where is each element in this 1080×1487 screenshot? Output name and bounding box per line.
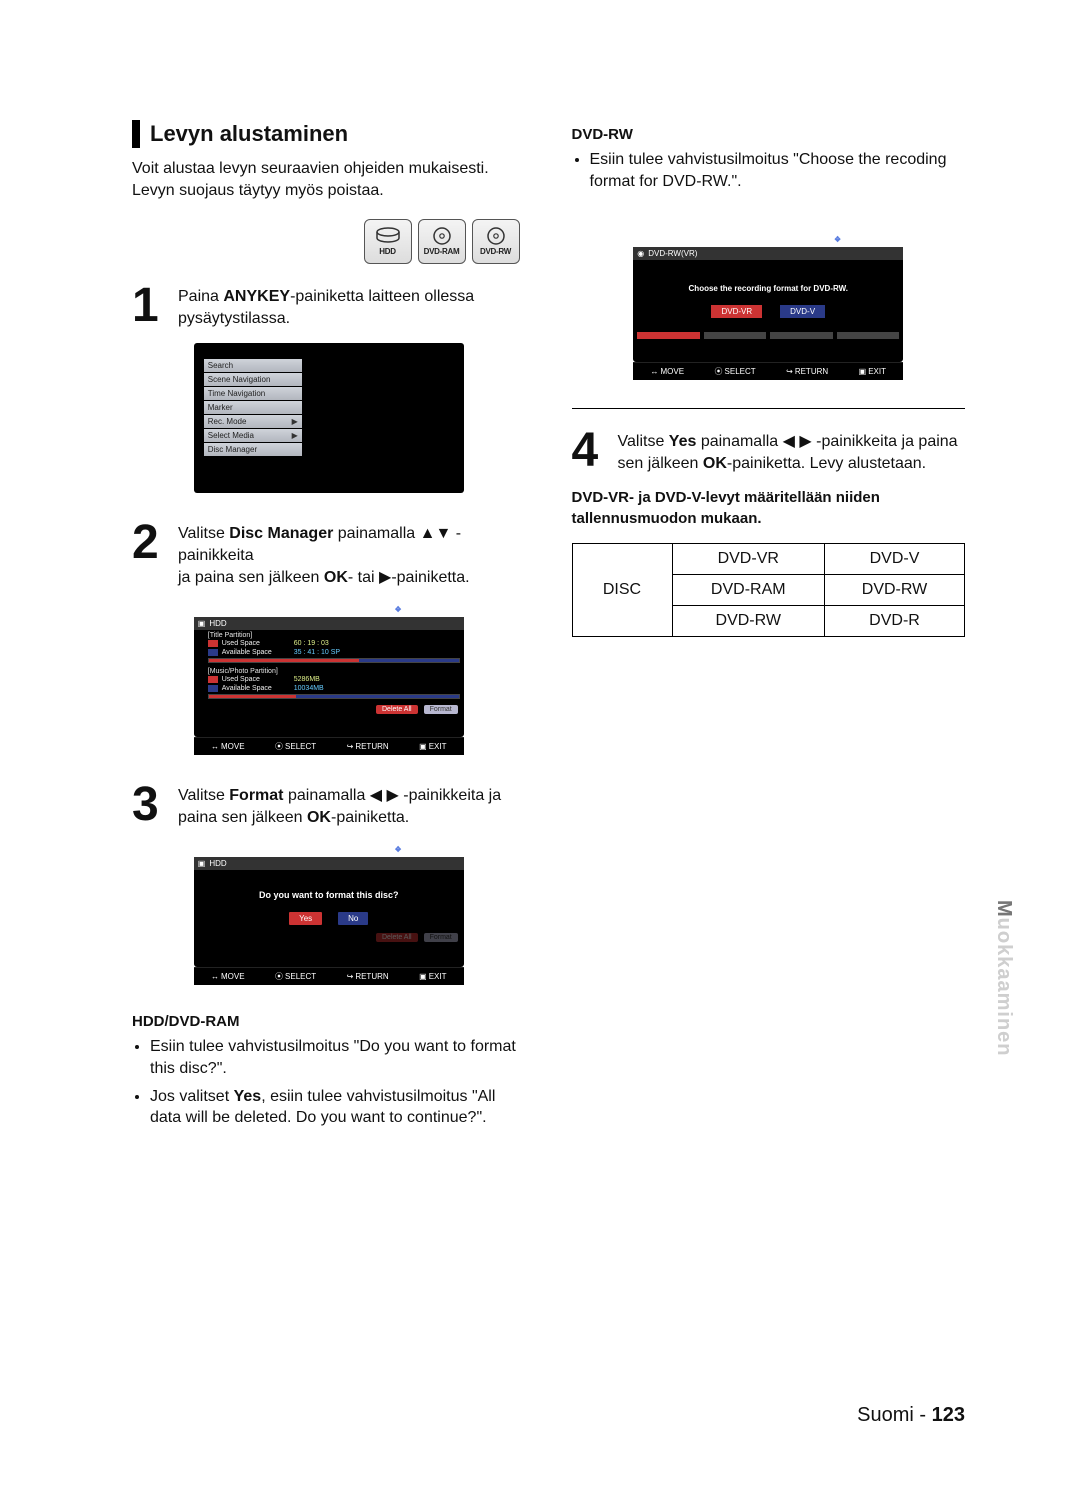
step-number: 2 — [132, 521, 170, 588]
bullet-item: Jos valitset Yes, esiin tulee vahvistusi… — [150, 1086, 526, 1129]
footer-lang: Suomi — [857, 1404, 914, 1426]
used-space-row: Used Space5286MB — [194, 675, 464, 684]
media-icon-dvdrw: DVD-RW — [472, 219, 520, 264]
dvd-v-button: DVD-V — [780, 305, 825, 318]
divider — [572, 408, 966, 409]
confirm-question: Do you want to format this disc? — [194, 890, 464, 900]
screen-footer: ↔MOVE ⦿SELECT ↪RETURN ▣EXIT — [194, 737, 464, 755]
bullet-item: Esiin tulee vahvistusilmoitus "Choose th… — [590, 149, 966, 192]
hdd-dvdram-list: Esiin tulee vahvistusilmoitus "Do you wa… — [132, 1036, 526, 1128]
device-row: ▣HDD — [194, 617, 464, 630]
screen-header: ❖Disc Manager — [194, 842, 464, 857]
step-number: 4 — [572, 429, 610, 474]
format-ghost: Format — [424, 933, 458, 942]
step-text: Valitse Disc Manager painamalla ▲▼ -pain… — [178, 521, 526, 588]
section-title: Levyn alustaminen — [150, 121, 348, 147]
screen-header: ❖Disc Manager — [194, 602, 464, 617]
usage-bar — [208, 694, 460, 699]
table-cell: DVD-R — [825, 605, 965, 636]
used-space-row: Used Space60 : 19 : 03 — [194, 639, 464, 648]
page-footer: Suomi - 123 — [857, 1404, 965, 1427]
screenshot-anykey-menu: Search Scene Navigation Time Navigation … — [194, 343, 464, 493]
menu-item: Time Navigation — [204, 387, 302, 400]
menu-item: Rec. Mode▶ — [204, 415, 302, 428]
dvdrw-list: Esiin tulee vahvistusilmoitus "Choose th… — [572, 149, 966, 192]
screen-footer: ↔MOVE ⦿SELECT ↪RETURN ▣EXIT — [194, 967, 464, 985]
bullet-item: Esiin tulee vahvistusilmoitus "Do you wa… — [150, 1036, 526, 1079]
delete-all-ghost: Delete All — [376, 933, 418, 942]
screenshot-disc-manager: ❖Disc Manager ▣HDD [Title Partition] Use… — [194, 602, 464, 755]
screen-footer: ↔MOVE ⦿SELECT ↪RETURN ▣EXIT — [633, 362, 903, 380]
available-space-row: Available Space10034MB — [194, 684, 464, 693]
usage-bar — [208, 658, 460, 663]
step-number: 3 — [132, 783, 170, 828]
device-row: ▣HDD — [194, 857, 464, 870]
media-icon-row: HDD DVD-RAM DVD-RW — [132, 219, 526, 264]
table-row: DISC DVD-VR DVD-V — [572, 543, 965, 574]
menu-item: Scene Navigation — [204, 373, 302, 386]
screenshot-format-confirm: ❖Disc Manager ▣HDD Do you want to format… — [194, 842, 464, 985]
screenshot-dvdrw-format: ❖Disc Manager ◉DVD-RW(VR) Choose the rec… — [633, 232, 903, 380]
delete-all-button: Delete All — [376, 705, 418, 714]
table-cell: DVD-RW — [672, 605, 825, 636]
dvd-vr-button: DVD-VR — [711, 305, 762, 318]
no-button: No — [338, 912, 368, 925]
page-number: 123 — [932, 1404, 965, 1426]
popup-menu: Search Scene Navigation Time Navigation … — [204, 359, 302, 457]
side-tab-rest: uokkaaminen — [993, 918, 1015, 1057]
rw-tab-row — [633, 318, 903, 339]
step-1: 1 Paina ANYKEY-painiketta laitteen olles… — [132, 284, 526, 329]
screen-header: ❖Disc Manager — [633, 232, 903, 247]
menu-item: Select Media▶ — [204, 429, 302, 442]
available-space-row: Available Space35 : 41 : 10 SP — [194, 648, 464, 657]
step-text: Valitse Yes painamalla ◀ ▶ -painikkeita … — [618, 429, 966, 474]
media-icon-label: DVD-RAM — [424, 247, 460, 256]
step-3: 3 Valitse Format painamalla ◀ ▶ -painikk… — [132, 783, 526, 828]
media-icon-hdd: HDD — [364, 219, 412, 264]
section-intro: Voit alustaa levyn seuraavien ohjeiden m… — [132, 158, 526, 201]
partition-label: [Title Partition] — [194, 630, 464, 639]
menu-item: Disc Manager — [204, 443, 302, 456]
format-button: Format — [424, 705, 458, 714]
table-row-label: DISC — [572, 543, 672, 636]
rw-question: Choose the recording format for DVD-RW. — [633, 284, 903, 293]
device-row: ◉DVD-RW(VR) — [633, 247, 903, 260]
table-cell: DVD-V — [825, 543, 965, 574]
media-icon-label: DVD-RW — [480, 247, 511, 256]
step-text: Paina ANYKEY-painiketta laitteen ollessa… — [178, 284, 526, 329]
yes-button: Yes — [289, 912, 322, 925]
dvdrw-heading: DVD-RW — [572, 126, 966, 143]
step-4: 4 Valitse Yes painamalla ◀ ▶ -painikkeit… — [572, 429, 966, 474]
format-note: DVD-VR- ja DVD-V-levyt määritellään niid… — [572, 488, 966, 529]
side-tab: Muokkaaminen — [992, 900, 1015, 1057]
step-2: 2 Valitse Disc Manager painamalla ▲▼ -pa… — [132, 521, 526, 588]
disc-format-table: DISC DVD-VR DVD-V DVD-RAM DVD-RW DVD-RW … — [572, 543, 966, 637]
section-heading: Levyn alustaminen — [132, 120, 526, 148]
table-cell: DVD-RAM — [672, 574, 825, 605]
menu-item: Search — [204, 359, 302, 372]
side-tab-initial: M — [993, 900, 1015, 918]
hdd-dvdram-heading: HDD/DVD-RAM — [132, 1013, 526, 1030]
menu-item: Marker — [204, 401, 302, 414]
heading-bar — [132, 120, 140, 148]
step-text: Valitse Format painamalla ◀ ▶ -painikkei… — [178, 783, 526, 828]
table-cell: DVD-VR — [672, 543, 825, 574]
step-number: 1 — [132, 284, 170, 329]
media-icon-label: HDD — [379, 247, 395, 256]
partition-label: [Music/Photo Partition] — [194, 666, 464, 675]
table-cell: DVD-RW — [825, 574, 965, 605]
media-icon-dvdram: DVD-RAM — [418, 219, 466, 264]
